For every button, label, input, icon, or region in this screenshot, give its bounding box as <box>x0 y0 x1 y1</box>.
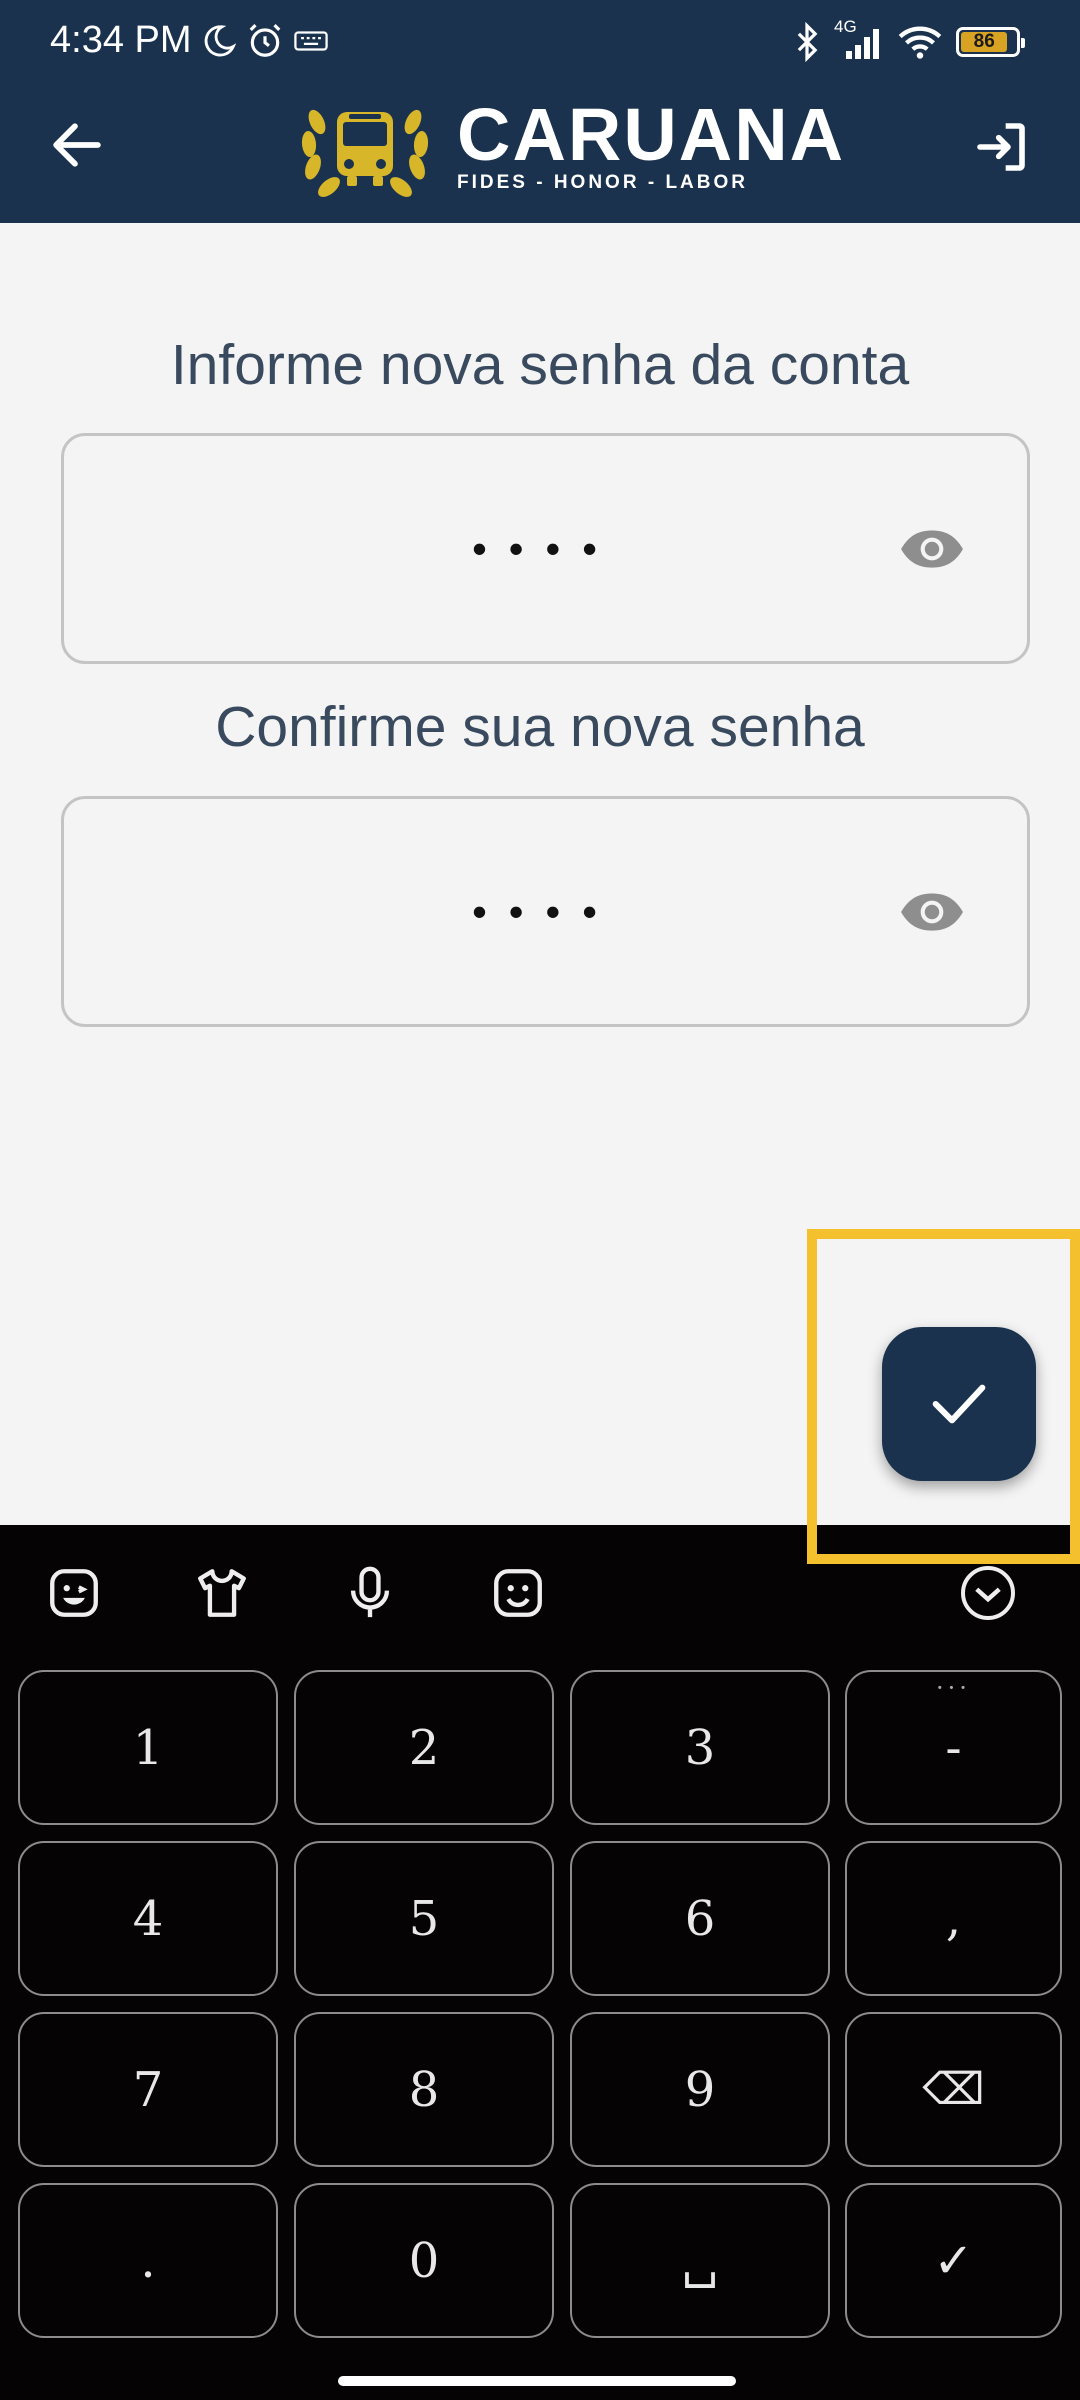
key-dash-label: - <box>945 1719 962 1776</box>
status-time: 4:34 PM <box>50 19 192 61</box>
home-indicator[interactable] <box>338 2376 736 2386</box>
app-header: 4:34 PM 4G 86 CARUANA FIDES - HONOR - LA… <box>0 0 1080 223</box>
logout-button[interactable] <box>966 112 1036 182</box>
caruana-logo: CARUANA FIDES - HONOR - LABOR <box>295 92 845 202</box>
key-0[interactable]: 0 <box>294 2183 554 2338</box>
cell-signal: 4G <box>834 17 884 61</box>
key-dash[interactable]: ··· - <box>845 1670 1062 1825</box>
shirt-icon <box>198 1569 246 1617</box>
smile-face-icon <box>494 1569 542 1617</box>
microphone-icon <box>350 1566 390 1618</box>
alarm-icon <box>249 23 280 57</box>
network-type: 4G <box>834 17 857 36</box>
hide-keyboard-button[interactable] <box>954 1559 1022 1627</box>
theme-button[interactable] <box>188 1559 256 1627</box>
battery-level: 86 <box>961 31 1008 52</box>
key-dash-hint: ··· <box>936 1674 971 1702</box>
wifi-icon <box>898 26 942 59</box>
confirm-password-value: •••• <box>472 887 619 935</box>
back-button[interactable] <box>44 112 110 178</box>
status-bar-left: 4:34 PM <box>50 19 328 62</box>
laurel-bus-logo-icon <box>301 109 429 197</box>
new-password-field[interactable]: •••• <box>61 433 1030 664</box>
show-confirm-password-icon[interactable] <box>899 891 965 933</box>
brand-text: CARUANA FIDES - HONOR - LABOR <box>457 93 846 194</box>
key-6[interactable]: 6 <box>570 1841 830 1996</box>
key-backspace[interactable]: ⌫ <box>845 2012 1062 2167</box>
key-2[interactable]: 2 <box>294 1670 554 1825</box>
bluetooth-icon <box>797 22 818 62</box>
logout-icon <box>977 123 1025 171</box>
voice-input-button[interactable] <box>336 1559 404 1627</box>
status-bar-right: 4G 86 <box>794 17 1025 66</box>
arrow-left-icon <box>53 123 101 167</box>
confirm-password-field[interactable]: •••• <box>61 796 1030 1027</box>
numeric-keyboard: 1 2 3 ··· - 4 5 6 , 7 8 9 ⌫ . 0 ␣ ✓ <box>0 1525 1080 2400</box>
key-enter[interactable]: ✓ <box>845 2183 1062 2338</box>
keyboard-notification-icon <box>293 30 328 51</box>
checkmark-icon <box>932 1384 986 1424</box>
key-7[interactable]: 7 <box>18 2012 278 2167</box>
emoji-button[interactable] <box>40 1559 108 1627</box>
chevron-down-circle-icon <box>961 1566 1015 1620</box>
sticker-button[interactable] <box>484 1559 552 1627</box>
key-5[interactable]: 5 <box>294 1841 554 1996</box>
confirm-button[interactable] <box>882 1327 1036 1481</box>
brand-motto: FIDES - HONOR - LABOR <box>457 172 748 193</box>
key-3[interactable]: 3 <box>570 1670 830 1825</box>
battery-indicator: 86 <box>956 27 1025 57</box>
moon-icon <box>204 24 236 56</box>
key-space[interactable]: ␣ <box>570 2183 830 2338</box>
confirm-password-label: Confirme sua nova senha <box>215 695 865 759</box>
key-1[interactable]: 1 <box>18 1670 278 1825</box>
key-comma[interactable]: , <box>845 1841 1062 1996</box>
key-9[interactable]: 9 <box>570 2012 830 2167</box>
key-period[interactable]: . <box>18 2183 278 2338</box>
key-4[interactable]: 4 <box>18 1841 278 1996</box>
new-password-value: •••• <box>472 524 619 572</box>
brand-name: CARUANA <box>457 93 846 176</box>
new-password-label: Informe nova senha da conta <box>170 333 910 397</box>
key-8[interactable]: 8 <box>294 2012 554 2167</box>
show-password-icon[interactable] <box>899 528 965 570</box>
sticker-smile-icon <box>50 1569 98 1617</box>
